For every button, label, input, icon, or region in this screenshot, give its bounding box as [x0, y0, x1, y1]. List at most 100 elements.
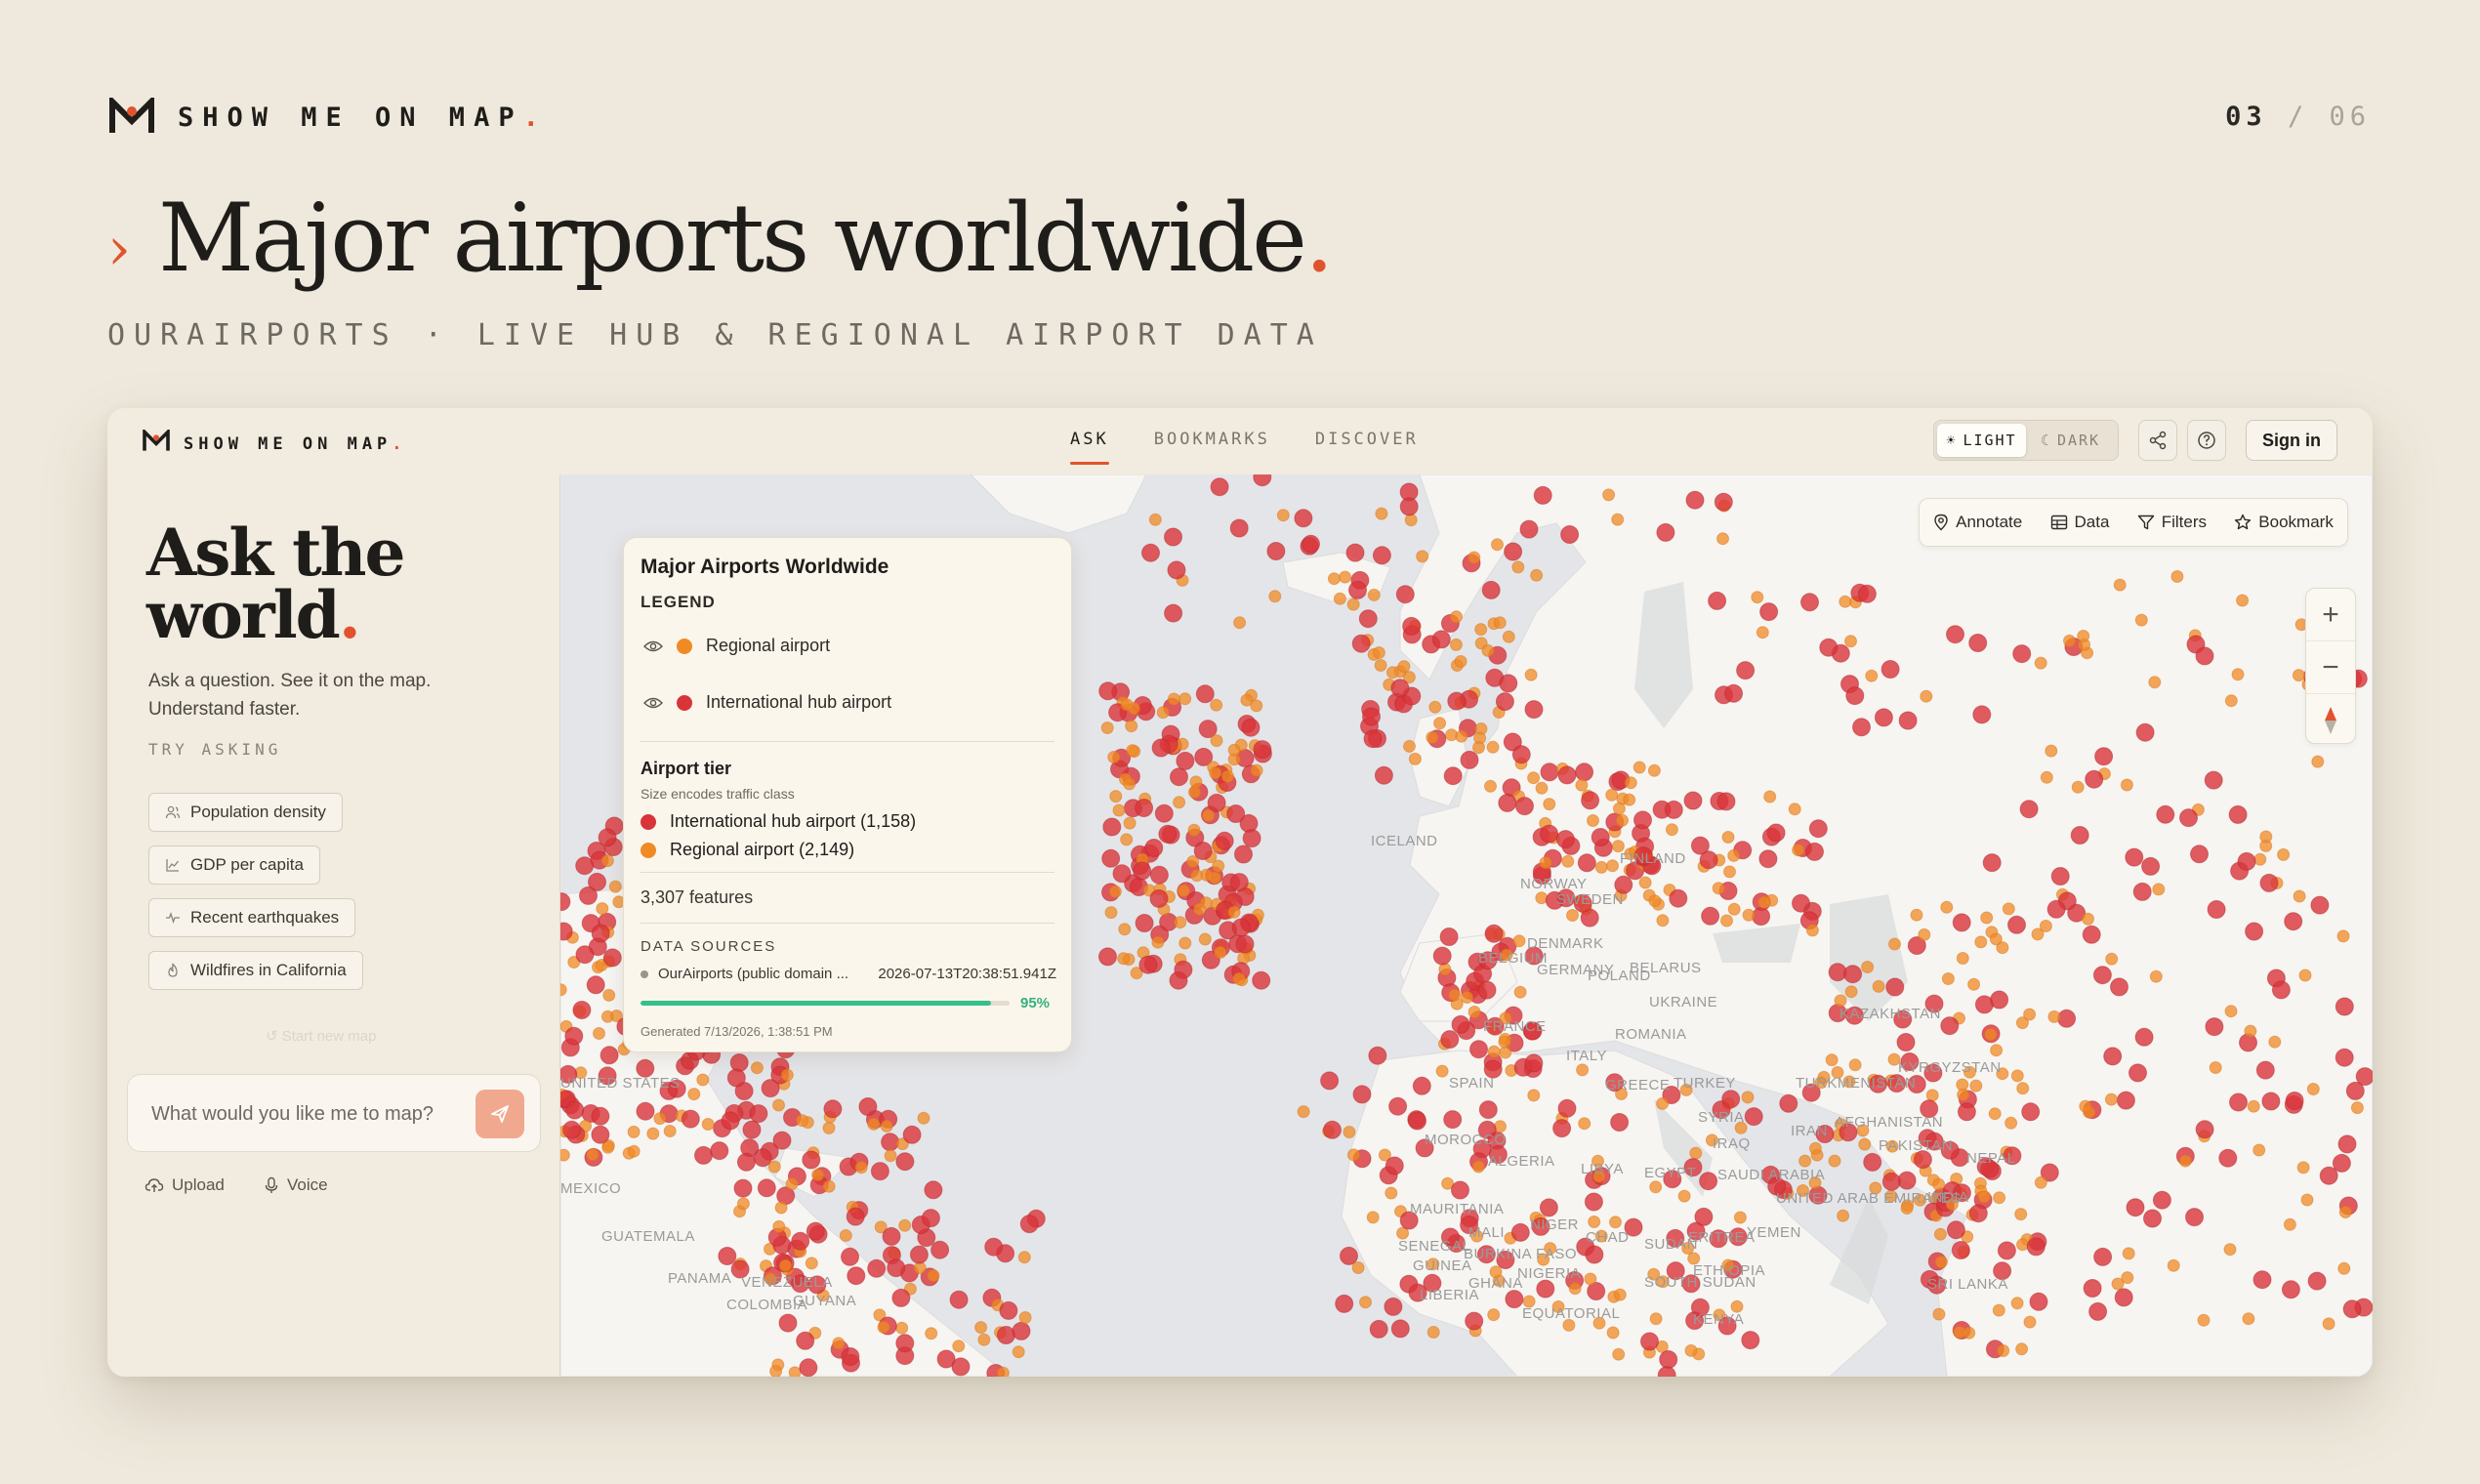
regional-airport-marker[interactable] [880, 1119, 893, 1133]
hub-airport-marker[interactable] [1972, 705, 1992, 724]
regional-airport-marker[interactable] [1656, 914, 1670, 928]
hub-airport-marker[interactable] [1536, 1279, 1555, 1298]
regional-airport-marker[interactable] [1346, 1148, 1360, 1162]
regional-airport-marker[interactable] [1808, 1141, 1822, 1155]
hub-airport-marker[interactable] [1990, 990, 2009, 1010]
regional-airport-marker[interactable] [1588, 1216, 1601, 1228]
regional-airport-marker[interactable] [1993, 1191, 2006, 1205]
regional-airport-marker[interactable] [1684, 1343, 1698, 1357]
hub-airport-marker[interactable] [1863, 1152, 1882, 1172]
regional-airport-marker[interactable] [1118, 923, 1132, 936]
regional-airport-marker[interactable] [2170, 570, 2184, 583]
regional-airport-marker[interactable] [1212, 859, 1225, 873]
hub-airport-marker[interactable] [791, 1231, 810, 1251]
regional-airport-marker[interactable] [1727, 902, 1741, 916]
hub-airport-marker[interactable] [2132, 882, 2152, 901]
regional-airport-marker[interactable] [663, 1125, 677, 1137]
regional-airport-marker[interactable] [785, 1177, 799, 1191]
regional-airport-marker[interactable] [1367, 588, 1381, 601]
regional-airport-marker[interactable] [2104, 1092, 2118, 1106]
regional-airport-marker[interactable] [1123, 816, 1137, 830]
hub-airport-marker[interactable] [2207, 900, 2226, 919]
regional-airport-marker[interactable] [925, 1327, 938, 1340]
regional-airport-marker[interactable] [1888, 937, 1901, 951]
hub-airport-marker[interactable] [2093, 1247, 2113, 1266]
regional-airport-marker[interactable] [1472, 741, 1485, 755]
hub-airport-marker[interactable] [2021, 1102, 2041, 1122]
hub-airport-marker[interactable] [1885, 977, 1905, 997]
hub-airport-marker[interactable] [1495, 692, 1514, 712]
regional-airport-marker[interactable] [1178, 936, 1192, 950]
regional-airport-marker[interactable] [2224, 694, 2238, 708]
regional-airport-marker[interactable] [2152, 883, 2166, 896]
regional-airport-marker[interactable] [646, 1127, 660, 1140]
hub-airport-marker[interactable] [579, 886, 598, 905]
hub-airport-marker[interactable] [1432, 946, 1452, 966]
regional-airport-marker[interactable] [1988, 1107, 2002, 1121]
regional-airport-marker[interactable] [1474, 623, 1488, 637]
hub-airport-marker[interactable] [1540, 824, 1559, 844]
regional-airport-marker[interactable] [1404, 514, 1418, 527]
regional-airport-marker[interactable] [1751, 591, 1764, 604]
regional-airport-marker[interactable] [1858, 1137, 1872, 1151]
hub-airport-marker[interactable] [602, 948, 622, 968]
hub-airport-marker[interactable] [1766, 823, 1786, 843]
regional-airport-marker[interactable] [1125, 720, 1138, 733]
theme-dark-option[interactable]: ☾ DARK [2026, 424, 2115, 457]
regional-airport-marker[interactable] [2350, 1101, 2364, 1115]
regional-airport-marker[interactable] [701, 1118, 715, 1131]
regional-airport-marker[interactable] [1486, 740, 1500, 754]
regional-airport-marker[interactable] [895, 1321, 909, 1335]
hub-airport-marker[interactable] [1138, 955, 1158, 974]
regional-airport-marker[interactable] [1605, 788, 1619, 802]
regional-airport-marker[interactable] [687, 1088, 701, 1101]
hub-airport-marker[interactable] [1385, 1156, 1404, 1175]
hub-airport-marker[interactable] [598, 828, 617, 847]
hub-airport-marker[interactable] [1412, 1076, 1431, 1095]
regional-airport-marker[interactable] [1624, 776, 1637, 790]
regional-airport-marker[interactable] [1498, 1035, 1511, 1049]
regional-airport-marker[interactable] [1992, 1303, 2005, 1317]
hub-airport-marker[interactable] [1800, 593, 1819, 612]
hub-airport-marker[interactable] [562, 1120, 582, 1139]
hub-airport-marker[interactable] [1176, 751, 1195, 770]
regional-airport-marker[interactable] [1268, 590, 1282, 603]
regional-airport-marker[interactable] [1721, 831, 1735, 844]
hub-airport-marker[interactable] [1555, 830, 1575, 849]
hub-airport-marker[interactable] [996, 1326, 1015, 1344]
hub-airport-marker[interactable] [1845, 686, 1865, 706]
hub-airport-marker[interactable] [2092, 966, 2112, 985]
regional-airport-marker[interactable] [1527, 1089, 1541, 1102]
regional-airport-marker[interactable] [917, 1111, 930, 1125]
regional-airport-marker[interactable] [1649, 1180, 1663, 1194]
regional-airport-marker[interactable] [1616, 813, 1629, 827]
hub-airport-marker[interactable] [2284, 912, 2303, 931]
hub-airport-marker[interactable] [1898, 711, 1918, 730]
hub-airport-marker[interactable] [1229, 873, 1249, 892]
hub-airport-marker[interactable] [2281, 1280, 2300, 1299]
hub-airport-marker[interactable] [1226, 804, 1246, 823]
regional-airport-marker[interactable] [1792, 844, 1805, 857]
hub-airport-marker[interactable] [2083, 1279, 2102, 1298]
hub-airport-marker[interactable] [2259, 873, 2279, 892]
hub-airport-marker[interactable] [1552, 1119, 1572, 1138]
hub-airport-marker[interactable] [575, 856, 595, 876]
regional-airport-marker[interactable] [1214, 946, 1227, 959]
regional-airport-marker[interactable] [2167, 1258, 2180, 1272]
regional-airport-marker[interactable] [780, 1068, 794, 1082]
hub-airport-marker[interactable] [2190, 845, 2209, 864]
regional-airport-marker[interactable] [1742, 908, 1756, 922]
eye-icon[interactable] [643, 696, 663, 710]
hub-airport-marker[interactable] [895, 1152, 915, 1172]
regional-airport-marker[interactable] [1156, 706, 1170, 720]
regional-airport-marker[interactable] [1844, 635, 1857, 648]
hub-airport-marker[interactable] [1779, 1093, 1798, 1113]
hub-airport-marker[interactable] [902, 1125, 922, 1144]
hub-airport-marker[interactable] [2195, 646, 2214, 666]
hub-airport-marker[interactable] [1946, 625, 1964, 644]
regional-airport-marker[interactable] [2337, 1261, 2351, 1275]
regional-airport-marker[interactable] [1967, 977, 1981, 991]
regional-airport-marker[interactable] [1481, 643, 1495, 657]
regional-airport-marker[interactable] [2120, 778, 2133, 792]
regional-airport-marker[interactable] [2148, 676, 2162, 689]
